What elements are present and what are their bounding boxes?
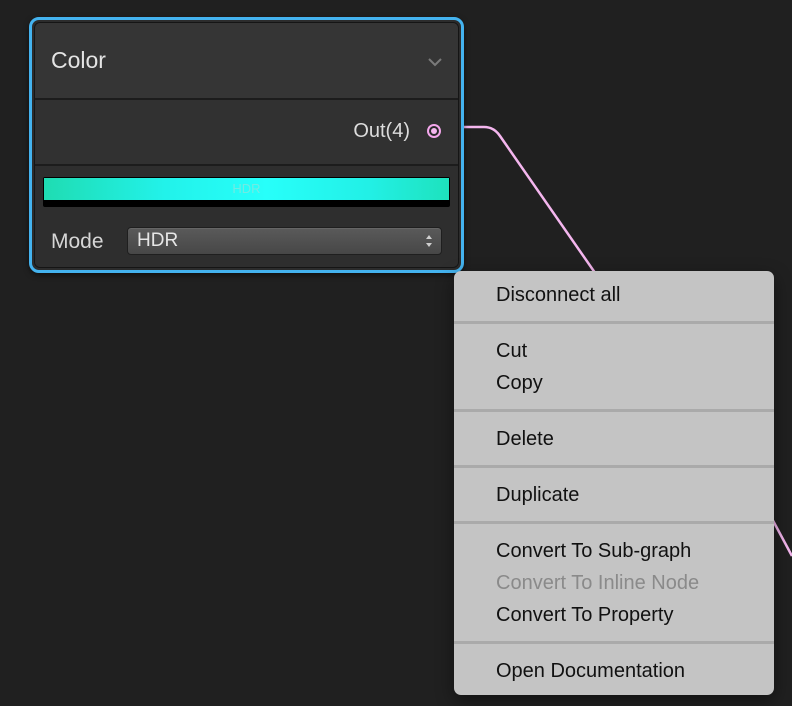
mode-select-value: HDR: [137, 230, 179, 251]
menu-item-disconnect-all[interactable]: Disconnect all: [496, 284, 621, 307]
menu-item-open-documentation[interactable]: Open Documentation: [496, 660, 685, 683]
menu-item-convert-to-subgraph[interactable]: Convert To Sub-graph: [496, 540, 691, 563]
menu-item-delete[interactable]: Delete: [496, 428, 554, 451]
menu-separator: [454, 321, 774, 324]
chevron-down-icon[interactable]: [426, 53, 444, 71]
menu-separator: [454, 641, 774, 644]
menu-separator: [454, 521, 774, 524]
menu-item-convert-to-property[interactable]: Convert To Property: [496, 604, 674, 627]
menu-separator: [454, 465, 774, 468]
menu-item-cut[interactable]: Cut: [496, 340, 527, 363]
swatch-hdr-label: HDR: [232, 181, 261, 196]
port-connector-icon[interactable]: [427, 124, 441, 138]
node-header[interactable]: Color: [35, 23, 458, 100]
ports-row: Out(4): [35, 100, 458, 166]
menu-separator: [454, 409, 774, 412]
mode-select[interactable]: HDR: [127, 227, 442, 255]
menu-item-convert-to-inline-node: Convert To Inline Node: [496, 572, 700, 594]
node-title: Color: [51, 47, 106, 73]
menu-item-duplicate[interactable]: Duplicate: [496, 484, 579, 507]
graph-canvas[interactable]: Color Out(4) HDR Mode HDR Disconnect all…: [0, 0, 792, 706]
color-node[interactable]: Color Out(4) HDR Mode HDR: [29, 17, 464, 273]
up-down-arrows-icon: [426, 235, 432, 247]
output-port-label: Out(4): [353, 120, 410, 142]
menu-item-copy[interactable]: Copy: [496, 372, 543, 395]
color-swatch[interactable]: HDR: [43, 177, 450, 207]
node-body: HDR Mode HDR: [35, 166, 458, 267]
context-menu: Disconnect all Cut Copy Delete Duplicate…: [454, 271, 774, 695]
mode-label: Mode: [51, 230, 104, 253]
